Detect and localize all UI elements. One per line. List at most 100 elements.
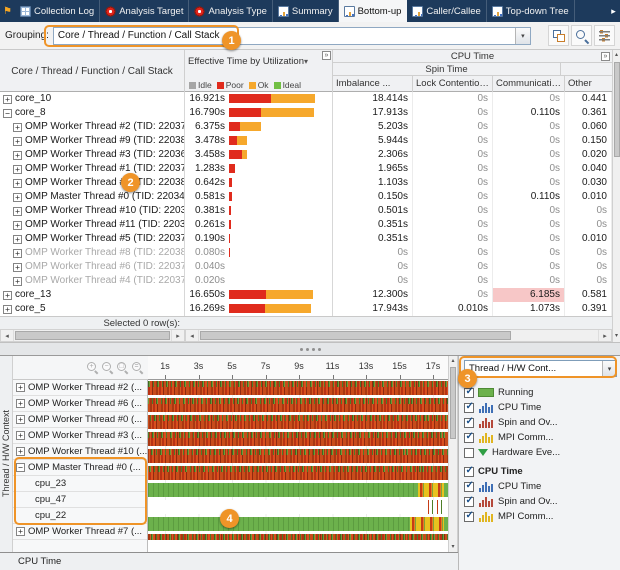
column-header-tree[interactable]: Core / Thread / Function / Call Stack (0, 50, 185, 92)
chevron-down-icon[interactable]: ▾ (515, 28, 530, 44)
checkbox[interactable] (464, 433, 474, 443)
expand-icon[interactable]: + (13, 249, 22, 258)
column-group-cpu-time[interactable]: CPU Time » (333, 50, 612, 63)
checkbox[interactable] (464, 512, 474, 522)
checkbox[interactable] (464, 448, 474, 458)
expand-icon[interactable]: + (13, 165, 22, 174)
expand-icon[interactable]: + (13, 179, 22, 188)
tab-top-down-tree[interactable]: Top-down Tree (487, 0, 575, 22)
tab-analysis-target[interactable]: Analysis Target (100, 0, 189, 22)
column-header-lock-contention[interactable]: Lock Contention ... (413, 76, 493, 92)
timeline-row[interactable] (148, 466, 448, 482)
scroll-left-icon[interactable]: ◂ (1, 330, 14, 341)
timeline-row-label[interactable]: +OMP Worker Thread #7 (... (13, 524, 147, 540)
legend-item-hardware-eve[interactable]: Hardware Eve... (464, 445, 617, 460)
timeline-row-label[interactable]: −OMP Master Thread #0 (... (13, 460, 147, 476)
checkbox[interactable] (464, 418, 474, 428)
column-header-imbalance[interactable]: Imbalance ... (333, 76, 413, 92)
tab-caller-callee[interactable]: Caller/Callee (407, 0, 486, 22)
checkbox[interactable] (464, 467, 474, 477)
expand-icon[interactable]: + (16, 415, 25, 424)
legend-item-running[interactable]: Running (464, 385, 617, 400)
checkbox[interactable] (464, 403, 474, 413)
custom-grouping-button[interactable] (548, 25, 569, 46)
column-header-communication[interactable]: Communication... (493, 76, 565, 92)
scroll-down-icon[interactable]: ▾ (613, 331, 620, 342)
expand-icon[interactable]: + (13, 277, 22, 286)
column-header-effective-time[interactable]: Effective Time by Utilization▾ » IdlePoo… (185, 50, 333, 92)
legend-item-spin-and-ov[interactable]: Spin and Ov... (464, 494, 617, 509)
timeline-row-label[interactable]: +OMP Worker Thread #0 (... (13, 412, 147, 428)
timeline-row[interactable] (148, 381, 448, 397)
timeline-row[interactable] (148, 500, 448, 516)
expand-icon[interactable]: + (13, 193, 22, 202)
grid-hscrollbar[interactable]: ◂ ▸ (185, 329, 612, 342)
legend-item-mpi-comm[interactable]: MPI Comm... (464, 509, 617, 524)
timeline-row[interactable] (148, 415, 448, 431)
grouping-select[interactable]: Core / Thread / Function / Call Stack ▾ (53, 27, 531, 45)
expand-icon[interactable]: + (13, 207, 22, 216)
timeline-row-label[interactable]: +OMP Worker Thread #6 (... (13, 396, 147, 412)
tab-collection-log[interactable]: Collection Log (15, 0, 100, 22)
timeline-row-label[interactable]: cpu_47 (13, 492, 147, 508)
legend-item-cpu-time[interactable]: CPU Time (464, 400, 617, 415)
tab-scroll-arrow-icon[interactable]: ▸ (607, 0, 620, 22)
table-row[interactable]: +OMP Worker Thread #6 (TID: 220379)0.040… (0, 260, 612, 274)
timeline-view-select[interactable]: Thread / H/W Cont... ▾ (464, 360, 617, 377)
expand-icon[interactable]: + (3, 291, 12, 300)
zoom-out-icon[interactable]: − (102, 362, 114, 374)
timeline-row-label[interactable]: +OMP Worker Thread #2 (... (13, 380, 147, 396)
checkbox[interactable] (464, 497, 474, 507)
checkbox[interactable] (464, 388, 474, 398)
scrollbar-thumb[interactable] (614, 62, 620, 157)
timeline-vscrollbar[interactable]: ▴ ▾ (448, 356, 458, 552)
scroll-up-icon[interactable]: ▴ (613, 50, 620, 61)
scroll-right-icon[interactable]: ▸ (171, 330, 184, 341)
tab-analysis-type[interactable]: Analysis Type (189, 0, 272, 22)
table-row[interactable]: +OMP Master Thread #0 (TID: 220349)0.581… (0, 190, 612, 204)
timeline-row-label[interactable]: cpu_23 (13, 476, 147, 492)
expand-icon[interactable]: + (13, 123, 22, 132)
table-row[interactable]: +core_1316.650s12.300s0s6.185s0.581 (0, 288, 612, 302)
timeline-row[interactable] (148, 432, 448, 448)
expand-icon[interactable]: + (16, 431, 25, 440)
expand-icon[interactable]: + (13, 235, 22, 244)
tab-bottom-up[interactable]: Bottom-up (339, 0, 408, 22)
column-header-other[interactable]: Other (565, 76, 612, 92)
legend-item-spin-and-ov[interactable]: Spin and Ov... (464, 415, 617, 430)
expand-column-icon[interactable]: » (601, 52, 610, 61)
tab-summary[interactable]: Summary (273, 0, 339, 22)
table-row[interactable]: +OMP Worker Thread #10 (TID: 220386)0.38… (0, 204, 612, 218)
timeline-row[interactable] (148, 398, 448, 414)
timeline-plot-area[interactable] (148, 380, 448, 552)
column-group-spin-time[interactable]: Spin Time (333, 63, 561, 76)
legend-item-mpi-comm[interactable]: MPI Comm... (464, 430, 617, 445)
timeline-row[interactable] (148, 483, 448, 499)
zoom-reset-icon[interactable]: = (132, 362, 144, 374)
expand-icon[interactable]: + (3, 305, 12, 314)
expand-icon[interactable]: + (13, 221, 22, 230)
zoom-in-icon[interactable]: + (87, 362, 99, 374)
search-button[interactable] (571, 25, 592, 46)
table-row[interactable]: +OMP Worker Thread #4 (TID: 220375)0.020… (0, 274, 612, 288)
legend-item-cpu-time[interactable]: CPU Time (464, 479, 617, 494)
expand-icon[interactable]: + (3, 95, 12, 104)
table-row[interactable]: +OMP Worker Thread #7 (TID: 220381)0.642… (0, 176, 612, 190)
scroll-left-icon[interactable]: ◂ (186, 330, 199, 341)
table-row[interactable]: +OMP Worker Thread #11 (TID: 220388)0.26… (0, 218, 612, 232)
timeline-row[interactable] (148, 449, 448, 465)
pane-splitter[interactable] (0, 342, 620, 356)
grid-vscrollbar[interactable]: ▴ ▾ (612, 50, 620, 342)
expand-icon[interactable]: + (16, 399, 25, 408)
expand-icon[interactable]: + (13, 137, 22, 146)
timeline-row-label[interactable]: cpu_22 (13, 508, 147, 524)
tree-hscrollbar[interactable]: ◂ ▸ (0, 329, 185, 342)
configure-columns-button[interactable] (594, 25, 615, 46)
timeline-row-label[interactable]: +OMP Worker Thread #3 (... (13, 428, 147, 444)
collapse-icon[interactable]: − (3, 109, 12, 118)
zoom-selection-icon[interactable]: □ (117, 362, 129, 374)
table-row[interactable]: +core_516.269s17.943s0.010s1.073s0.391 (0, 302, 612, 316)
expand-icon[interactable]: + (16, 383, 25, 392)
collapse-icon[interactable]: − (16, 463, 25, 472)
timeline-row[interactable] (148, 517, 448, 533)
